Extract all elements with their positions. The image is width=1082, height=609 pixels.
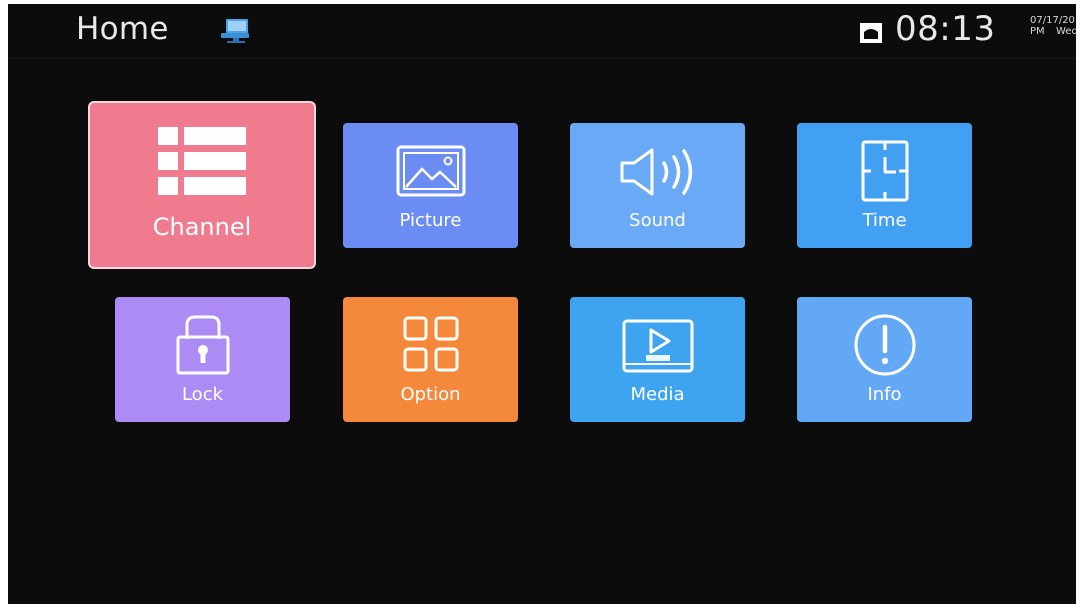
picture-tile[interactable]: Picture <box>343 123 518 248</box>
clock-icon <box>861 140 908 202</box>
top-bar: Home 08:13 07/17/2019 PM Wed. <box>8 4 1076 59</box>
sound-tile[interactable]: Sound <box>570 123 745 248</box>
time-tile-label: Time <box>862 210 907 231</box>
picture-tile-label: Picture <box>399 210 462 231</box>
page-title: Home <box>76 11 169 47</box>
lock-tile[interactable]: Lock <box>115 297 290 422</box>
clock-date: 07/17/2019 <box>1030 15 1076 26</box>
time-tile[interactable]: Time <box>797 123 972 248</box>
sound-icon <box>620 148 692 196</box>
source-icon <box>860 23 882 43</box>
info-tile-label: Info <box>867 384 902 405</box>
media-play-icon <box>622 319 693 373</box>
clock-ampm: PM <box>1030 26 1045 37</box>
lock-icon <box>176 315 229 375</box>
tv-screen: Home 08:13 07/17/2019 PM Wed. <box>8 4 1076 604</box>
clock-weekday: Wed. <box>1056 26 1076 37</box>
picture-icon <box>396 145 465 197</box>
grid-icon <box>403 316 458 372</box>
clock-date-block: 07/17/2019 PM Wed. <box>1030 15 1076 37</box>
network-computer-icon <box>221 19 249 43</box>
media-tile-label: Media <box>630 384 685 405</box>
channel-tile-label: Channel <box>152 213 252 241</box>
option-tile[interactable]: Option <box>343 297 518 422</box>
clock-time: 08:13 <box>895 9 996 49</box>
sound-tile-label: Sound <box>629 210 686 231</box>
media-tile[interactable]: Media <box>570 297 745 422</box>
channel-list-icon <box>158 127 246 195</box>
option-tile-label: Option <box>400 384 461 405</box>
channel-tile[interactable]: Channel <box>88 101 316 269</box>
info-tile[interactable]: Info <box>797 297 972 422</box>
lock-tile-label: Lock <box>181 384 224 405</box>
info-icon <box>854 314 915 376</box>
